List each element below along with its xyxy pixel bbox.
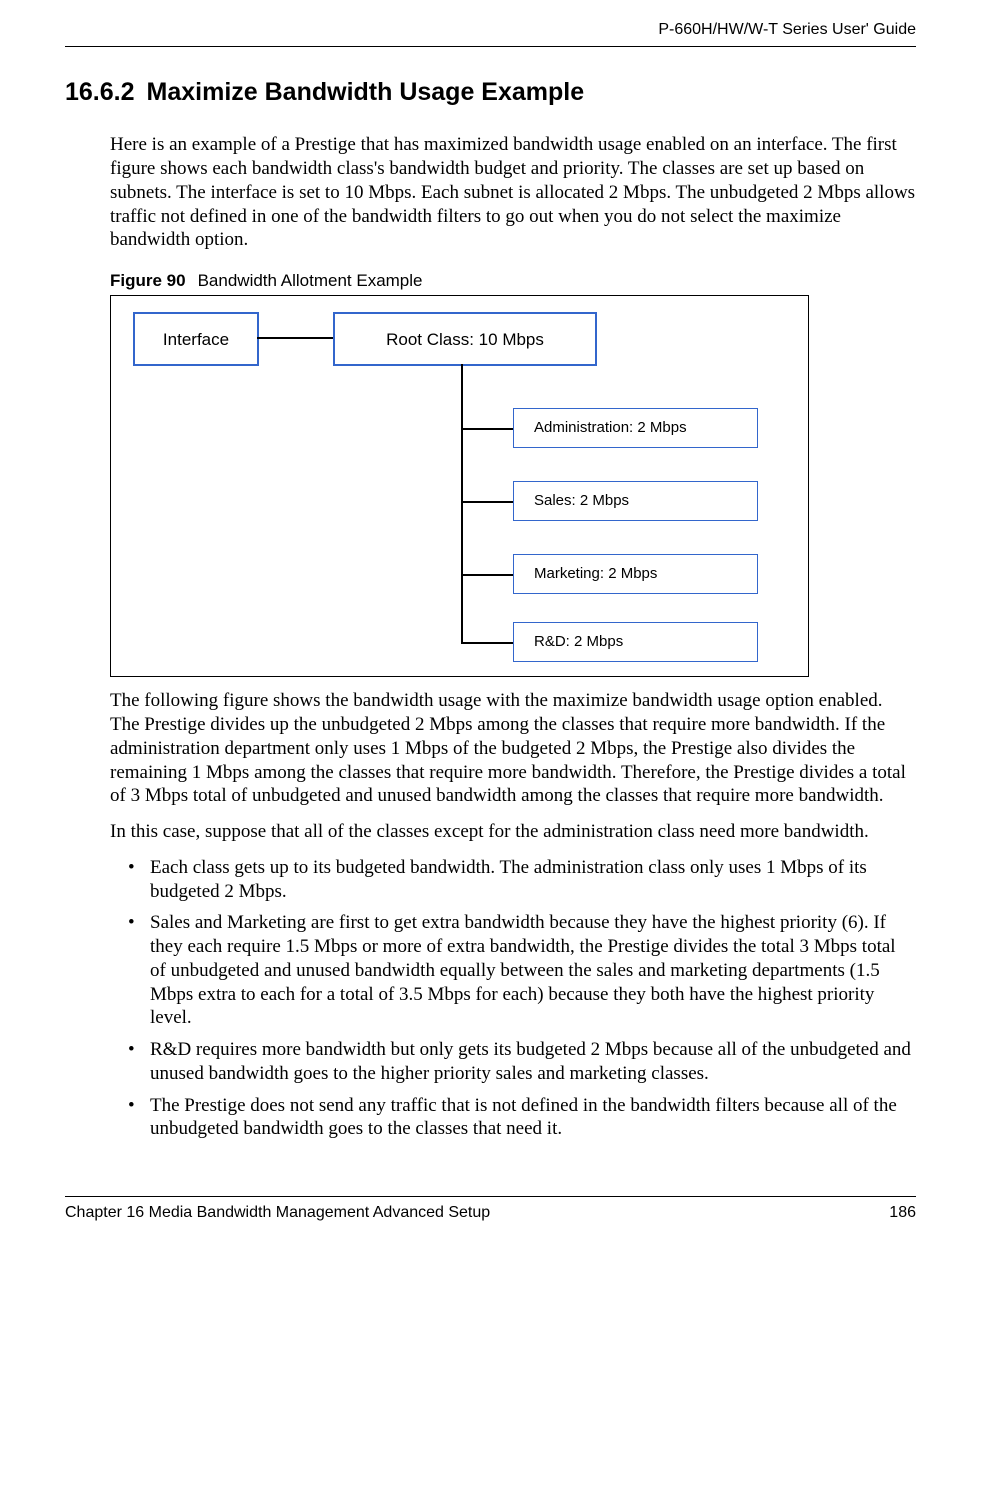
- guide-title: P-660H/HW/W-T Series User' Guide: [658, 21, 916, 38]
- connector-line: [461, 501, 513, 503]
- figure-sales-box: Sales: 2 Mbps: [513, 481, 758, 521]
- figure-rd-box: R&D: 2 Mbps: [513, 622, 758, 662]
- paragraph-1: Here is an example of a Prestige that ha…: [110, 133, 916, 252]
- figure-caption-text: Bandwidth Allotment Example: [198, 271, 423, 290]
- page-header: P-660H/HW/W-T Series User' Guide: [65, 20, 916, 47]
- bullet-item: The Prestige does not send any traffic t…: [110, 1094, 916, 1142]
- paragraph-3: In this case, suppose that all of the cl…: [110, 820, 916, 844]
- page-footer: Chapter 16 Media Bandwidth Management Ad…: [65, 1196, 916, 1223]
- section-number: 16.6.2: [65, 78, 135, 106]
- figure-caption: Figure 90 Bandwidth Allotment Example: [110, 270, 916, 291]
- figure-diagram: Interface Root Class: 10 Mbps Administra…: [110, 295, 809, 677]
- section-title: Maximize Bandwidth Usage Example: [147, 78, 585, 106]
- figure-admin-label: Administration: 2 Mbps: [534, 419, 687, 438]
- figure-root-label: Root Class: 10 Mbps: [386, 329, 544, 350]
- figure-interface-label: Interface: [163, 329, 229, 350]
- figure-marketing-label: Marketing: 2 Mbps: [534, 565, 657, 584]
- bullet-item: Sales and Marketing are first to get ext…: [110, 911, 916, 1030]
- paragraph-2: The following figure shows the bandwidth…: [110, 689, 916, 808]
- figure-interface-box: Interface: [133, 312, 259, 366]
- bullet-list: Each class gets up to its budgeted bandw…: [110, 856, 916, 1141]
- connector-line: [461, 364, 463, 644]
- bullet-item: R&D requires more bandwidth but only get…: [110, 1038, 916, 1086]
- figure-admin-box: Administration: 2 Mbps: [513, 408, 758, 448]
- figure-rd-label: R&D: 2 Mbps: [534, 633, 623, 652]
- connector-line: [257, 337, 333, 339]
- connector-line: [461, 428, 513, 430]
- section-heading: 16.6.2 Maximize Bandwidth Usage Example: [65, 77, 916, 108]
- connector-line: [461, 642, 513, 644]
- footer-page-number: 186: [889, 1203, 916, 1223]
- figure-marketing-box: Marketing: 2 Mbps: [513, 554, 758, 594]
- figure-label: Figure 90: [110, 271, 186, 290]
- figure-sales-label: Sales: 2 Mbps: [534, 492, 629, 511]
- connector-line: [461, 574, 513, 576]
- bullet-item: Each class gets up to its budgeted bandw…: [110, 856, 916, 904]
- footer-chapter: Chapter 16 Media Bandwidth Management Ad…: [65, 1203, 490, 1223]
- figure-root-box: Root Class: 10 Mbps: [333, 312, 597, 366]
